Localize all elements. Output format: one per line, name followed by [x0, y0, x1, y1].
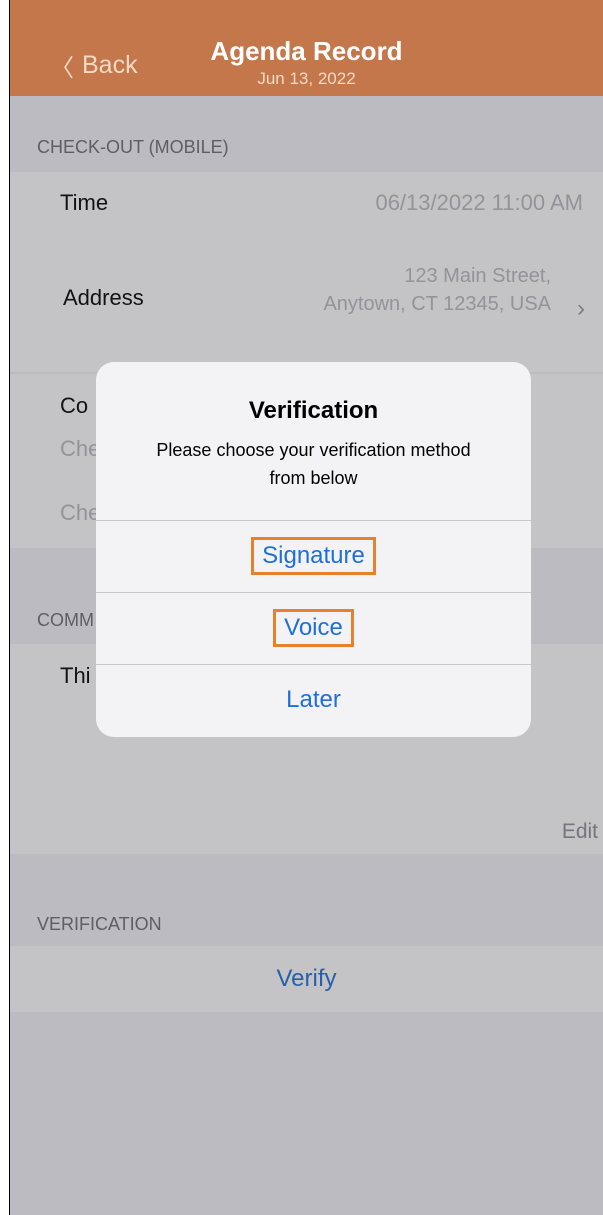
signature-button[interactable]: Signature: [96, 520, 531, 592]
voice-label: Voice: [273, 609, 354, 647]
navigation-bar: 〈 Back Agenda Record Jun 13, 2022: [10, 0, 603, 96]
alert-message: Please choose your verification method f…: [156, 440, 471, 488]
nav-titles: Agenda Record Jun 13, 2022: [10, 36, 603, 89]
verification-alert: Verification Please choose your verifica…: [96, 362, 531, 737]
signature-label: Signature: [251, 537, 376, 575]
later-button[interactable]: Later: [96, 664, 531, 736]
page-subtitle: Jun 13, 2022: [257, 69, 356, 88]
later-label: Later: [286, 686, 341, 713]
page-title: Agenda Record: [210, 36, 403, 66]
app-screen: 〈 Back Agenda Record Jun 13, 2022 CHECK-…: [9, 0, 603, 1215]
alert-title: Verification: [248, 397, 379, 424]
voice-button[interactable]: Voice: [96, 592, 531, 664]
